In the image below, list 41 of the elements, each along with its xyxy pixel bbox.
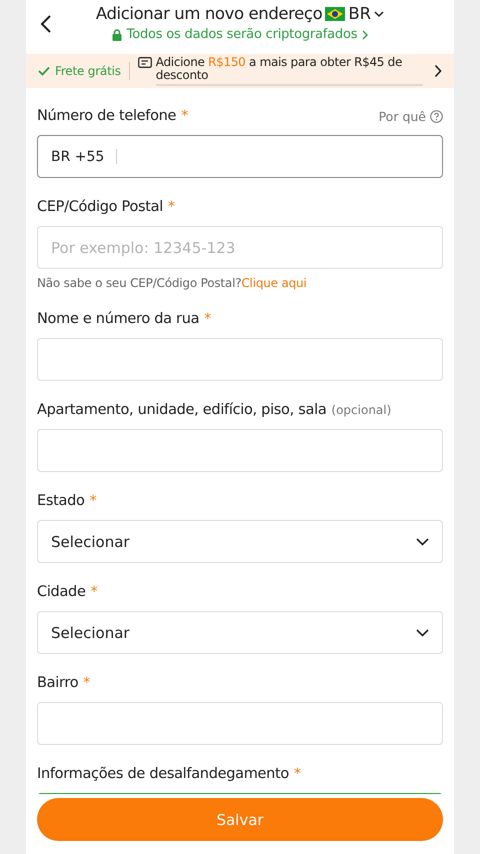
page-title: Adicionar um novo endereço	[96, 4, 322, 23]
lock-icon	[112, 28, 122, 40]
input-field[interactable]	[37, 338, 443, 381]
select-field[interactable]: Selecionar	[37, 611, 443, 654]
field-label: Apartamento, unidade, edifício, piso, sala	[37, 402, 326, 418]
help-icon[interactable]	[430, 110, 443, 122]
field-label: Número de telefone	[37, 108, 176, 124]
select-field[interactable]: Selecionar	[37, 520, 443, 563]
required-mark: *	[168, 199, 175, 215]
field-label: Cidade	[37, 584, 86, 600]
required-mark: *	[90, 493, 97, 509]
country-code[interactable]: BR +55	[51, 148, 104, 164]
flag-icon	[325, 6, 346, 20]
input-field[interactable]	[37, 429, 443, 472]
chevron-down-icon[interactable]	[416, 628, 429, 636]
check-icon	[38, 66, 50, 76]
back-icon[interactable]	[40, 15, 52, 33]
free-shipping-label: Frete grátis	[55, 64, 121, 78]
required-mark: *	[204, 311, 212, 327]
field-label: Estado	[37, 493, 85, 509]
field-label: Bairro	[37, 675, 78, 691]
coupon-icon	[138, 57, 152, 68]
promo-banner[interactable]: Frete grátis Adicione R$150 a mais para obter R$45 de desconto	[26, 54, 454, 88]
optional-note: (opcional)	[331, 403, 392, 417]
field-label: Nome e número da rua	[37, 311, 200, 327]
chevron-right-icon[interactable]	[434, 64, 442, 78]
required-mark: *	[294, 766, 302, 782]
required-mark: *	[181, 108, 188, 124]
chevron-down-icon[interactable]	[416, 538, 429, 546]
country-selector[interactable]: BR	[348, 4, 372, 23]
chevron-down-icon[interactable]	[374, 10, 384, 18]
input-field[interactable]	[37, 702, 443, 745]
field-label: Informações de desalfandegamento	[37, 766, 290, 782]
promo-text: Adicione R$150 a mais para obter R$45 de desconto	[156, 56, 404, 82]
why-link[interactable]: Por quê	[378, 108, 426, 124]
required-mark: *	[83, 675, 90, 691]
input-field[interactable]: Por exemplo: 12345-123	[37, 226, 443, 269]
required-mark: *	[90, 584, 98, 600]
field-label: CEP/Código Postal	[37, 199, 163, 215]
help-text: Não sabe o seu CEP/Código Postal?	[37, 276, 242, 290]
phone-field[interactable]: BR +55	[37, 135, 443, 178]
